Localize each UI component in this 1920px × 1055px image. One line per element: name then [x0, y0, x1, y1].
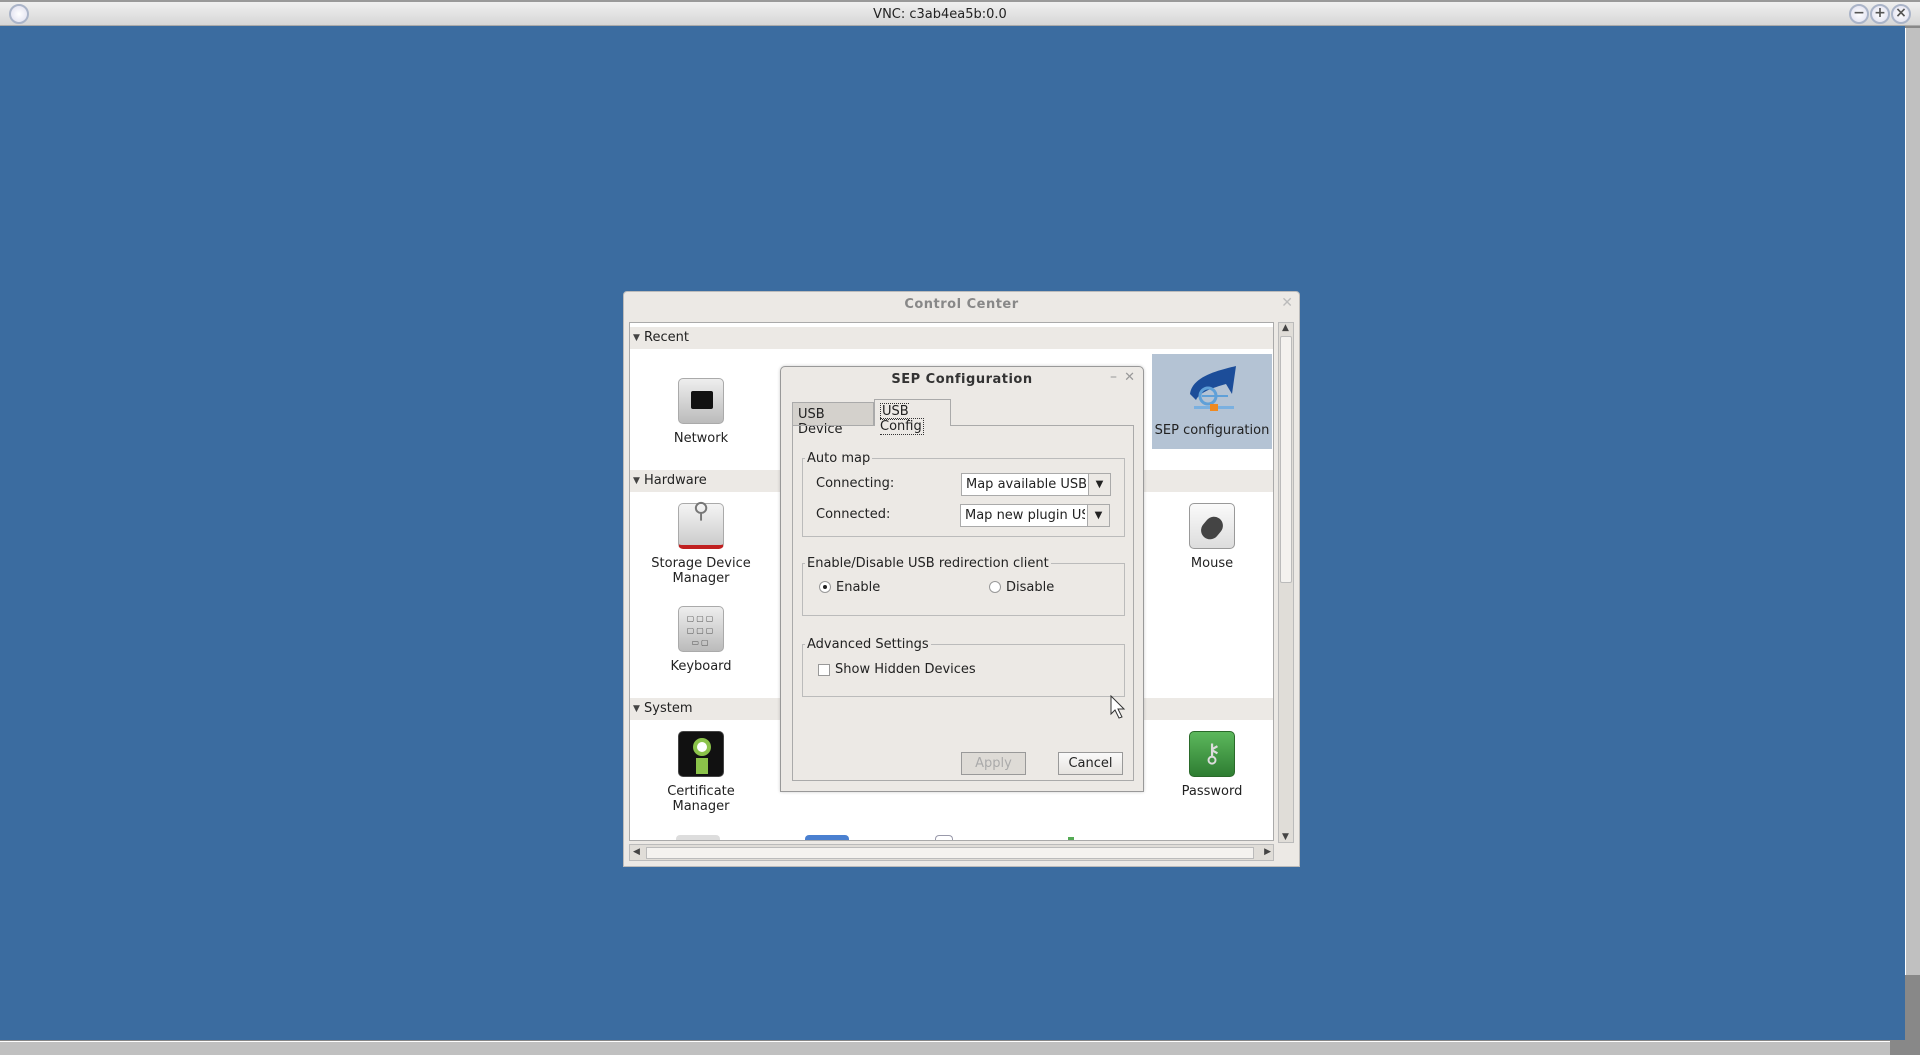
sep-configuration-icon	[1190, 366, 1236, 411]
scroll-right-icon[interactable]: ▶	[1264, 847, 1271, 857]
vnc-titlebar: VNC: c3ab4ea5b:0.0 − + ×	[0, 0, 1920, 26]
expand-triangle-icon: ▼	[633, 333, 640, 343]
mouse-cursor-icon	[1110, 695, 1126, 719]
apply-button[interactable]: Apply	[961, 752, 1026, 775]
partial-icon	[1068, 837, 1074, 840]
item-label: Storage Device	[651, 556, 751, 571]
show-hidden-devices-label[interactable]: Show Hidden Devices	[835, 662, 976, 677]
item-storage-device-manager[interactable]: ⚲ Storage Device Manager	[641, 501, 761, 587]
connected-label: Connected:	[816, 507, 891, 522]
network-icon	[678, 378, 724, 424]
connected-combo[interactable]: Map new plugin USB devices▼	[960, 504, 1110, 527]
combo-value: Map available USB devices	[966, 477, 1086, 492]
disable-radio[interactable]	[989, 581, 1001, 593]
expand-triangle-icon: ▼	[633, 704, 640, 714]
close-icon[interactable]: ×	[1891, 4, 1911, 24]
keyboard-icon: ▢▢▢ ▢▢▢ ▭▢	[678, 606, 724, 652]
item-label: Certificate	[667, 784, 735, 799]
minimize-icon[interactable]: –	[1110, 369, 1117, 385]
connecting-label: Connecting:	[816, 476, 895, 491]
tab-usb-device[interactable]: USB Device	[792, 402, 874, 437]
item-label: SEP configuration	[1154, 423, 1270, 438]
sep-configuration-dialog: SEP Configuration – ✕ USB Device USB Con…	[780, 366, 1144, 792]
group-legend: Enable/Disable USB redirection client	[807, 556, 1049, 571]
item-label: Manager	[672, 571, 730, 586]
password-icon: ⚷	[1189, 731, 1235, 777]
chevron-down-icon[interactable]: ▼	[1088, 474, 1110, 495]
item-label: Mouse	[1190, 556, 1234, 571]
vnc-title: VNC: c3ab4ea5b:0.0	[873, 7, 1007, 22]
scroll-down-icon[interactable]: ▼	[1282, 832, 1289, 842]
close-icon[interactable]: ✕	[1124, 370, 1135, 385]
item-label: Password	[1181, 784, 1243, 799]
dialog-title: SEP Configuration	[891, 372, 1033, 387]
vnc-horizontal-scroll-thumb[interactable]	[0, 1041, 1890, 1055]
enable-label[interactable]: Enable	[836, 580, 880, 595]
minimize-icon[interactable]: −	[1849, 4, 1869, 24]
item-mouse[interactable]: Mouse	[1152, 503, 1272, 571]
item-network[interactable]: Network	[641, 378, 761, 446]
disable-label[interactable]: Disable	[1006, 580, 1054, 595]
connecting-combo[interactable]: Map available USB devices▼	[961, 473, 1111, 496]
tab-label: USB Config	[880, 403, 924, 435]
item-label: Keyboard	[670, 659, 732, 674]
horizontal-scroll-thumb[interactable]	[646, 847, 1254, 859]
mouse-icon	[1189, 503, 1235, 549]
vnc-vertical-scroll-thumb[interactable]	[1905, 28, 1920, 975]
group-legend: Advanced Settings	[807, 637, 929, 652]
partial-icon	[805, 835, 849, 840]
maximize-icon[interactable]: +	[1870, 4, 1890, 24]
expand-triangle-icon: ▼	[633, 476, 640, 486]
section-recent[interactable]: ▼ Recent	[630, 327, 1273, 349]
storage-device-icon: ⚲	[678, 501, 724, 549]
scroll-left-icon[interactable]: ◀	[633, 847, 640, 857]
scroll-up-icon[interactable]: ▲	[1282, 323, 1289, 333]
item-password[interactable]: ⚷ Password	[1152, 731, 1272, 799]
show-hidden-devices-checkbox[interactable]	[818, 664, 830, 676]
item-sep-configuration[interactable]: SEP configuration	[1152, 354, 1272, 449]
tab-usb-config[interactable]: USB Config	[874, 399, 951, 435]
combo-value: Map new plugin USB devices	[965, 508, 1085, 523]
partial-icon	[935, 835, 953, 840]
vertical-scroll-thumb[interactable]	[1280, 336, 1292, 583]
close-icon[interactable]: ✕	[1281, 295, 1293, 311]
item-certificate-manager[interactable]: Certificate Manager	[641, 731, 761, 814]
enable-radio[interactable]	[819, 581, 831, 593]
partial-icon	[676, 835, 720, 840]
tab-panel: Auto map Connecting: Map available USB d…	[792, 425, 1134, 781]
chevron-down-icon[interactable]: ▼	[1087, 505, 1109, 526]
item-label: Network	[673, 431, 729, 446]
control-center-title: Control Center	[904, 297, 1019, 312]
item-keyboard[interactable]: ▢▢▢ ▢▢▢ ▭▢ Keyboard	[641, 606, 761, 674]
group-legend: Auto map	[807, 451, 871, 466]
item-label: Manager	[672, 799, 730, 814]
certificate-icon	[678, 731, 724, 777]
cancel-button[interactable]: Cancel	[1058, 752, 1123, 775]
